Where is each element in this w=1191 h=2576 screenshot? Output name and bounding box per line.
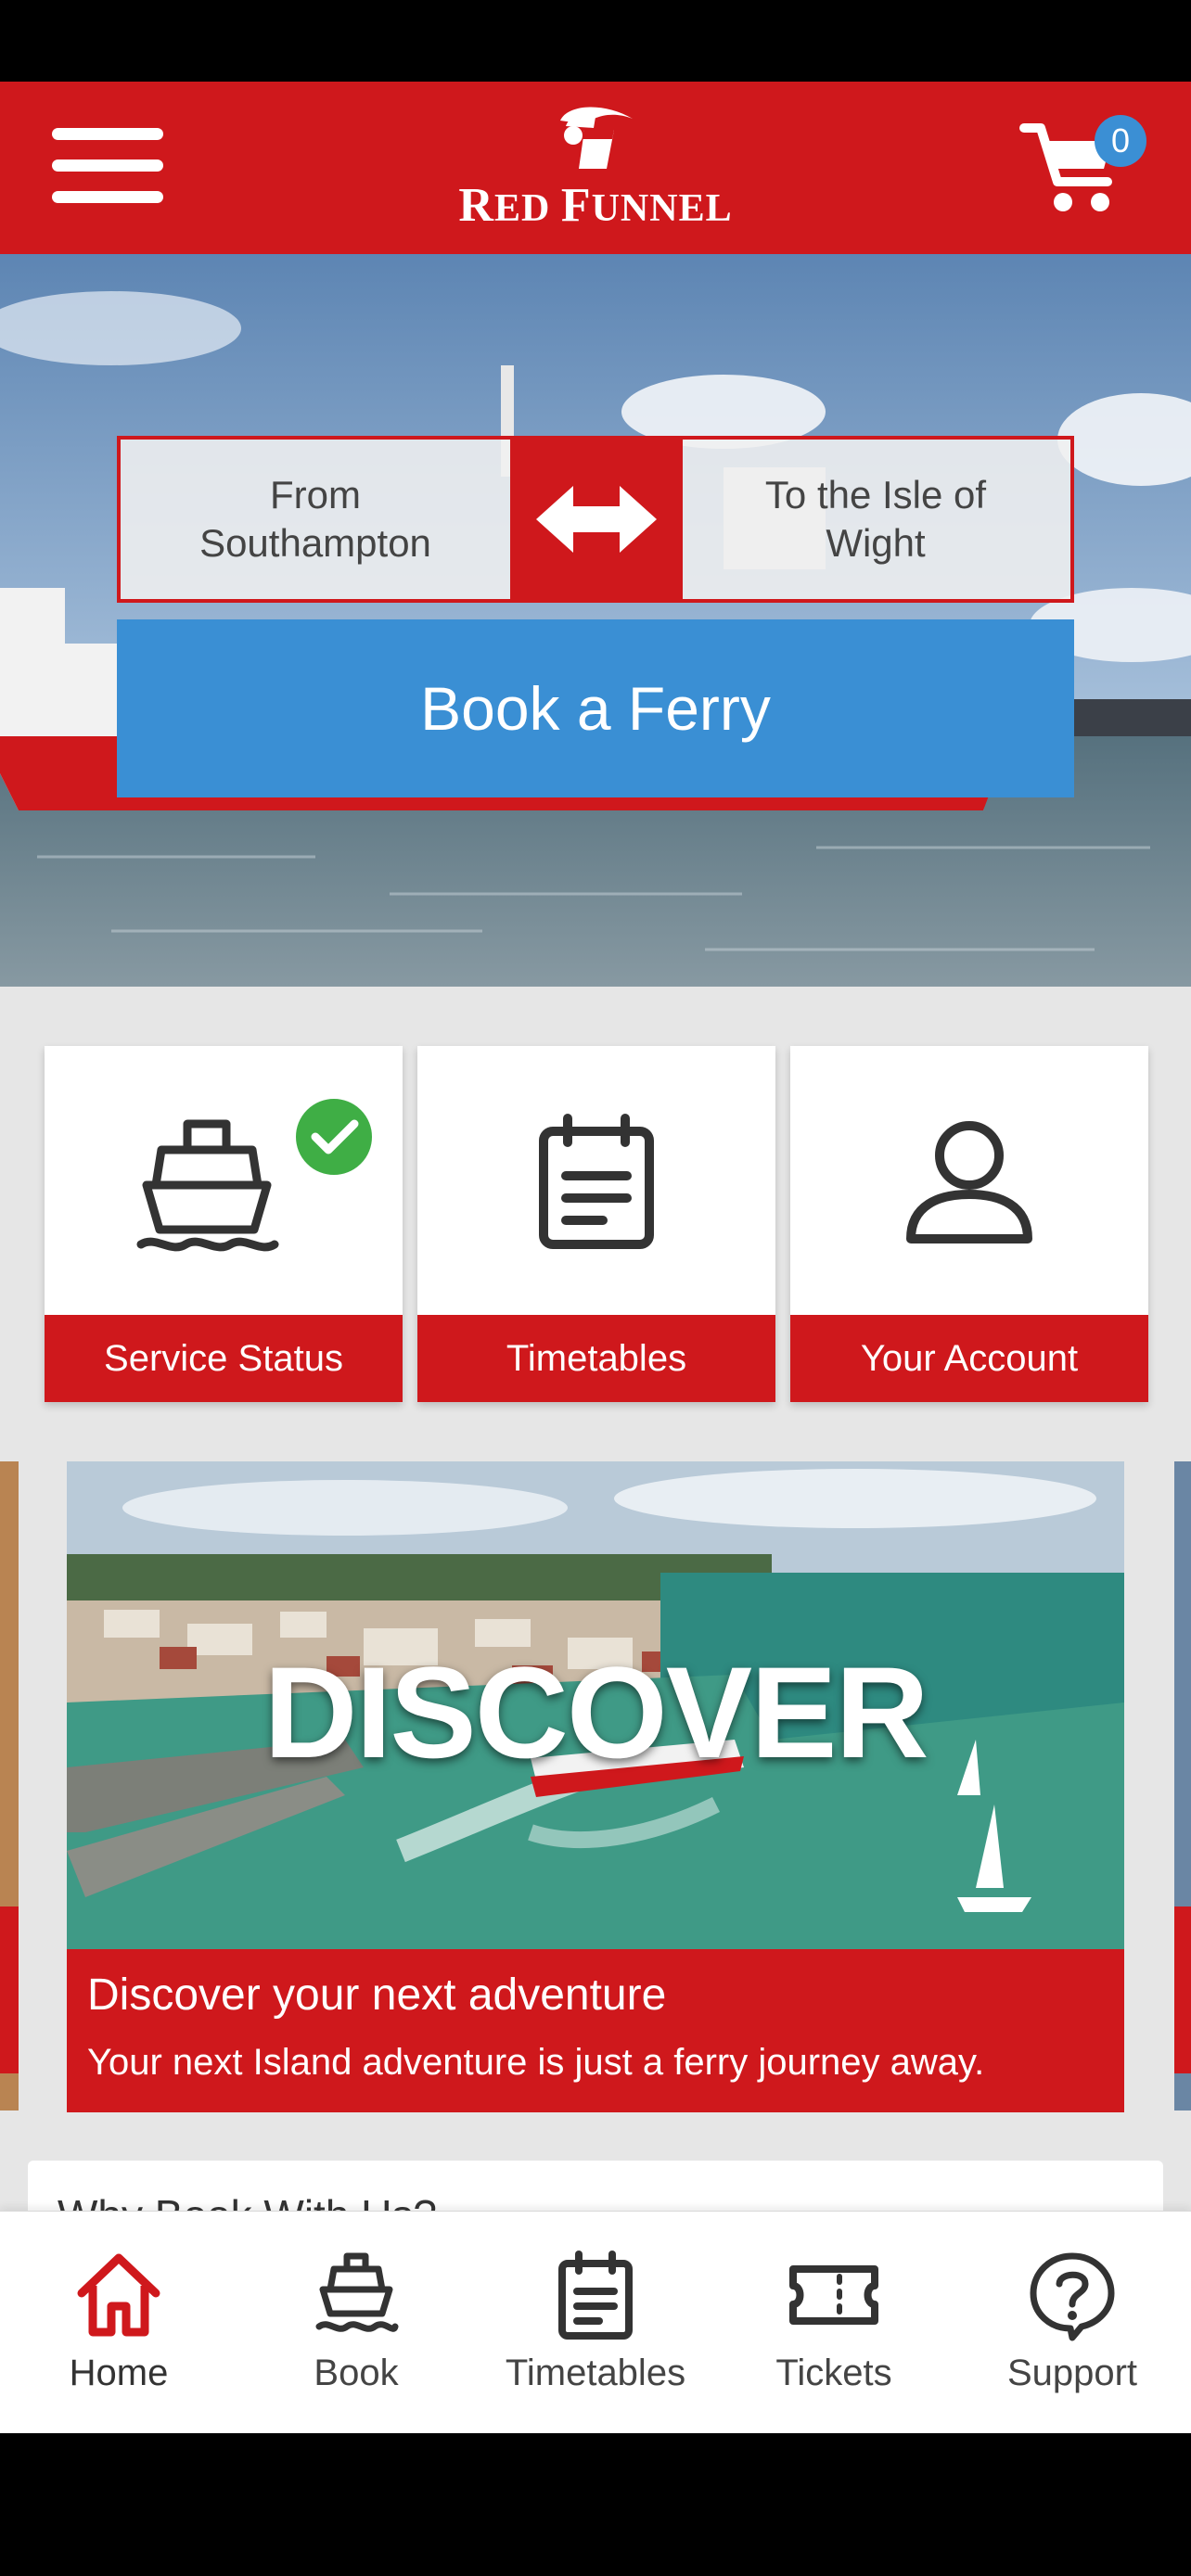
ferry-icon <box>315 2252 399 2332</box>
tile-icon-area <box>417 1046 775 1315</box>
promo-image-heading: DISCOVER <box>263 1639 928 1785</box>
status-bar <box>0 0 1191 82</box>
timetables-tile[interactable]: Timetables <box>417 1046 775 1402</box>
ferry-status-icon <box>136 1093 378 1252</box>
tile-label: Your Account <box>790 1315 1148 1402</box>
status-ok-badge <box>290 1093 378 1180</box>
tile-icon-area <box>45 1046 403 1315</box>
nav-book[interactable]: Book <box>237 2212 475 2434</box>
service-status-tile[interactable]: Service Status <box>45 1046 403 1402</box>
route-selector: From Southampton To the Isle of Wight <box>117 436 1074 603</box>
nav-label: Timetables <box>505 2353 686 2393</box>
promo-subtitle: Your next Island adventure is just a fer… <box>87 2042 985 2083</box>
help-icon <box>1030 2252 1115 2341</box>
nav-tickets[interactable]: Tickets <box>715 2212 953 2434</box>
promo-card-footer: Discover your next adventure Your next I… <box>67 1949 1124 2112</box>
discover-promo-card[interactable]: DISCOVER Discover your next adventure Yo… <box>67 1461 1124 2112</box>
tile-label: Timetables <box>417 1315 775 1402</box>
your-account-tile[interactable]: Your Account <box>790 1046 1148 1402</box>
nav-label: Tickets <box>775 2353 892 2393</box>
departure-port[interactable]: From Southampton <box>121 440 510 599</box>
previous-promo-card-peek[interactable] <box>0 1461 19 2111</box>
system-navigation-bar <box>0 2433 1191 2576</box>
promo-title: Discover your next adventure <box>87 1970 667 2020</box>
nav-label: Support <box>1006 2353 1138 2393</box>
menu-line <box>52 128 163 140</box>
nav-support[interactable]: Support <box>954 2212 1191 2434</box>
swap-arrows-icon <box>536 486 657 553</box>
promo-card-footer <box>1174 1906 1191 2073</box>
funnel-logo-icon <box>560 107 633 169</box>
timetable-icon <box>558 2251 633 2340</box>
destination-port[interactable]: To the Isle of Wight <box>681 440 1070 599</box>
nav-label: Home <box>69 2353 169 2393</box>
home-icon <box>77 2253 160 2337</box>
red-funnel-logo[interactable]: RED FUNNEL <box>456 102 735 232</box>
nav-timetables[interactable]: Timetables <box>477 2212 714 2434</box>
book-ferry-button[interactable]: Book a Ferry <box>117 619 1074 797</box>
tile-icon-area <box>790 1046 1148 1315</box>
ticket-icon <box>789 2265 878 2325</box>
logo-text: ED <box>493 187 561 230</box>
swap-direction-button[interactable] <box>510 436 683 603</box>
cart-count-badge: 0 <box>1095 115 1146 167</box>
tile-label: Service Status <box>45 1315 403 1402</box>
logo-text: UNNEL <box>591 187 733 230</box>
logo-text: R <box>458 179 494 232</box>
promo-card-footer <box>0 1906 19 2073</box>
promo-image: DISCOVER <box>67 1461 1124 1949</box>
next-promo-card-peek[interactable] <box>1174 1461 1191 2111</box>
nav-home[interactable]: Home <box>0 2212 237 2434</box>
menu-line <box>52 159 163 172</box>
bottom-navigation: Home Book Timetables Tickets Support <box>0 2211 1191 2434</box>
timetable-icon <box>539 1114 654 1249</box>
menu-button[interactable] <box>46 121 167 208</box>
account-icon <box>906 1121 1032 1243</box>
menu-line <box>52 191 163 203</box>
logo-text: F <box>560 179 592 232</box>
nav-label: Book <box>314 2353 399 2393</box>
